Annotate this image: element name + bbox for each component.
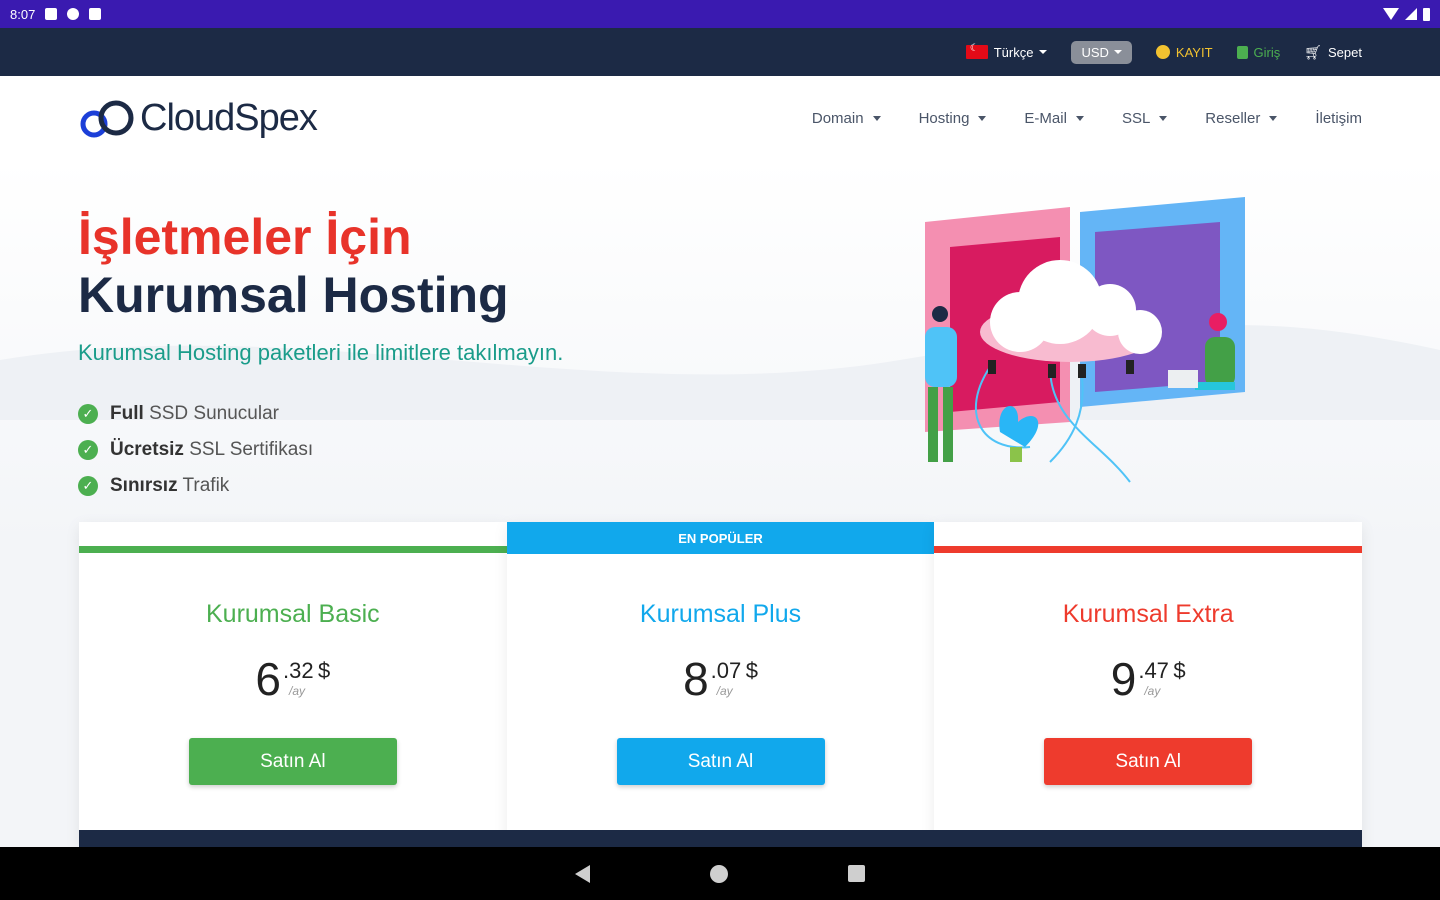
feature-bold: Full — [110, 403, 144, 424]
nav-item-ssl[interactable]: SSL — [1121, 109, 1168, 127]
cloud-hosting-illustration — [925, 197, 1245, 483]
nav-item-email[interactable]: E-Mail — [1024, 110, 1084, 127]
plan-price: 9 .47 $ /ay — [934, 654, 1362, 704]
nav-label: İletişim — [1315, 109, 1362, 127]
feature-bold: Ücretsiz — [110, 439, 184, 460]
check-circle-icon: ✓ — [78, 476, 98, 496]
check-circle-icon: ✓ — [78, 440, 98, 460]
currency-selector[interactable]: USD — [1071, 40, 1132, 64]
feature-item: ✓ Ücretsiz SSL Sertifikası — [78, 432, 313, 468]
main-nav: Domain Hosting E-Mail SSL Reseller İleti… — [812, 110, 1362, 127]
plan-name: Kurumsal Extra — [1062, 600, 1234, 628]
feature-text: SSL Sertifikası — [189, 439, 314, 460]
battery-icon — [1423, 7, 1430, 21]
cart-label: Sepet — [1328, 44, 1362, 60]
chevron-down-icon — [1075, 115, 1084, 121]
plan-card-plus: EN POPÜLER Kurumsal Plus 8 .07 $ /ay Sat… — [506, 522, 935, 847]
hero-title-line2: Kurumsal Hosting — [78, 267, 509, 323]
home-icon[interactable] — [710, 864, 728, 883]
feature-list: ✓ Full SSD Sunucular ✓ Ücretsiz SSL Sert… — [78, 396, 313, 504]
feature-item: ✓ Sınırsız Trafik — [78, 468, 313, 504]
price-cents: .47 — [1138, 658, 1169, 683]
chevron-down-icon — [1039, 50, 1048, 54]
cart-link[interactable]: 🛒︎ Sepet — [1304, 44, 1362, 61]
nav-label: Hosting — [918, 109, 970, 127]
feature-bold: Sınırsız — [110, 475, 178, 496]
section-footer-strip — [79, 830, 1362, 847]
nav-item-domain[interactable]: Domain — [812, 110, 881, 127]
nav-item-reseller[interactable]: Reseller — [1205, 109, 1278, 127]
notification-icon — [45, 8, 58, 20]
back-icon[interactable] — [575, 864, 590, 883]
signal-icon — [1405, 8, 1417, 20]
currency-label: USD — [1081, 44, 1109, 60]
logo[interactable]: CloudSpex — [78, 96, 318, 140]
language-selector[interactable]: Türkçe — [965, 43, 1048, 60]
lock-icon — [1236, 45, 1248, 59]
app-notification-icon — [67, 8, 80, 20]
logo-text: CloudSpex — [140, 96, 318, 139]
nav-label: Domain — [811, 109, 864, 127]
plan-card-basic: Kurumsal Basic 6 .32 $ /ay Satın Al — [79, 522, 507, 847]
status-bar: 8:07 — [0, 0, 1440, 28]
price-period: /ay — [716, 684, 733, 698]
price-whole: 9 — [1110, 653, 1137, 705]
status-time: 8:07 — [10, 6, 36, 22]
buy-button-basic[interactable]: Satın Al — [188, 738, 397, 785]
hero-subtitle: Kurumsal Hosting paketleri ile limitlere… — [78, 340, 564, 365]
feature-item: ✓ Full SSD Sunucular — [78, 396, 313, 432]
hero-title-line1: İşletmeler İçin — [78, 209, 412, 265]
user-add-icon — [1155, 45, 1170, 59]
plan-topline — [79, 546, 507, 553]
android-nav-bar — [0, 847, 1440, 900]
buy-button-extra[interactable]: Satın Al — [1044, 738, 1253, 785]
feature-text: Trafik — [182, 475, 230, 496]
nav-item-hosting[interactable]: Hosting — [919, 110, 987, 127]
chevron-down-icon — [1269, 115, 1278, 121]
login-label: Giriş — [1253, 44, 1281, 60]
nav-label: Reseller — [1205, 109, 1261, 127]
check-circle-icon: ✓ — [78, 404, 98, 424]
feature-text: SSD Sunucular — [149, 403, 279, 424]
nav-label: E-Mail — [1024, 109, 1067, 127]
login-link[interactable]: Giriş — [1236, 44, 1281, 60]
popular-badge: EN POPÜLER — [506, 522, 935, 554]
price-period: /ay — [1144, 684, 1161, 698]
register-link[interactable]: KAYIT — [1155, 44, 1213, 60]
register-label: KAYIT — [1175, 44, 1213, 60]
language-label: Türkçe — [993, 44, 1034, 60]
price-period: /ay — [288, 684, 305, 698]
hero-section: İşletmeler İçin Kurumsal Hosting Kurumsa… — [0, 160, 1440, 540]
recent-apps-icon[interactable] — [848, 865, 865, 882]
cloud-logo-icon — [80, 100, 134, 138]
plan-card-extra: Kurumsal Extra 9 .47 $ /ay Satın Al — [934, 522, 1363, 847]
plan-price: 8 .07 $ /ay — [507, 654, 935, 704]
price-whole: 8 — [683, 653, 709, 705]
plan-name: Kurumsal Basic — [206, 600, 380, 628]
chevron-down-icon — [1159, 115, 1168, 121]
turkey-flag-icon — [965, 43, 988, 59]
main-header: CloudSpex Domain Hosting E-Mail SSL Rese… — [0, 76, 1440, 160]
plan-name: Kurumsal Plus — [639, 600, 802, 628]
price-whole: 6 — [255, 653, 281, 705]
wifi-icon — [1383, 8, 1399, 20]
plan-topline — [934, 546, 1363, 553]
price-cents: .32 — [282, 658, 314, 683]
price-cents: .07 — [710, 658, 742, 683]
buy-button-plus[interactable]: Satın Al — [616, 738, 825, 785]
sd-card-icon — [89, 8, 102, 20]
nav-label: SSL — [1121, 109, 1151, 127]
top-utility-bar: Türkçe USD KAYIT Giriş 🛒︎ Sepet — [0, 28, 1440, 76]
pricing-cards: Kurumsal Basic 6 .32 $ /ay Satın Al EN P… — [79, 522, 1363, 847]
price-currency: $ — [318, 658, 331, 683]
price-currency: $ — [745, 658, 758, 683]
nav-item-contact[interactable]: İletişim — [1315, 110, 1362, 127]
chevron-down-icon — [872, 115, 881, 121]
plan-price: 6 .32 $ /ay — [79, 654, 507, 704]
chevron-down-icon — [1113, 50, 1122, 54]
price-currency: $ — [1173, 658, 1186, 683]
cart-icon: 🛒︎ — [1304, 43, 1323, 60]
chevron-down-icon — [978, 115, 987, 121]
